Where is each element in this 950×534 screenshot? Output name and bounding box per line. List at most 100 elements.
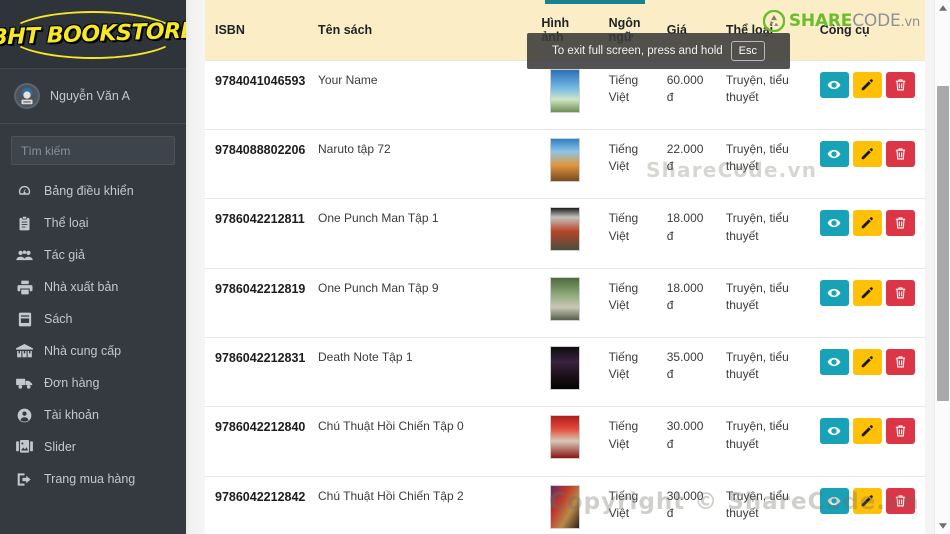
sidebar-item-label: Nhà xuất bản [44, 280, 119, 294]
pencil-icon [860, 494, 874, 508]
cell-language: Tiếng Việt [598, 198, 657, 269]
edit-button[interactable] [852, 349, 882, 376]
cell-image [531, 337, 599, 407]
truck-icon [16, 376, 33, 391]
cell-image [531, 475, 599, 534]
edit-button[interactable] [852, 487, 882, 514]
book-cover-thumbnail[interactable] [549, 484, 580, 529]
eye-icon [827, 424, 841, 438]
sidebar-item-dashboard[interactable]: Bảng điều khiển [0, 175, 186, 207]
delete-button[interactable] [885, 210, 915, 237]
cell-price: 35.000 đ [656, 337, 716, 407]
scroll-up-arrow-icon[interactable] [935, 0, 950, 16]
delete-button[interactable] [885, 349, 915, 376]
brand-header[interactable]: BHT BOOKSTORE [0, 0, 186, 69]
logout-icon [16, 472, 33, 487]
row-action-buttons [819, 418, 915, 445]
table-row: 9786042212831 Death Note Tập 1 Tiếng Việt 3… [205, 337, 925, 407]
delete-button[interactable] [885, 140, 915, 167]
view-button[interactable] [819, 210, 849, 237]
books-table: ISBN Tên sách Hình ảnh Ngôn ngữ Giá Thể … [205, 0, 925, 534]
row-action-buttons [819, 349, 915, 376]
eye-icon [827, 286, 841, 300]
book-cover-thumbnail[interactable] [549, 137, 580, 182]
column-header-name[interactable]: Tên sách [308, 0, 532, 60]
vertical-scrollbar[interactable] [934, 0, 950, 534]
search-input[interactable] [12, 137, 174, 164]
table-row: 9786042212840 Chú Thuật Hồi Chiến Tập 0 Ti… [205, 406, 925, 477]
cell-name: Chú Thuật Hồi Chiến Tập 0 [308, 406, 532, 477]
cell-isbn: 9784041046593 [205, 59, 308, 130]
delete-button[interactable] [885, 487, 915, 514]
cell-genre: Truyện, tiểu thuyết [715, 267, 810, 338]
pencil-icon [860, 286, 874, 300]
sidebar-search[interactable] [11, 136, 175, 165]
view-button[interactable] [819, 279, 849, 306]
table-row: 9786042212819 One Punch Man Tập 9 Tiếng Vi… [205, 267, 925, 338]
column-header-isbn[interactable]: ISBN [205, 0, 308, 60]
cell-language: Tiếng Việt [598, 267, 657, 338]
cell-language: Tiếng Việt [598, 406, 657, 477]
sidebar-item-don-hang[interactable]: Đơn hàng [0, 367, 186, 399]
cell-tools [809, 128, 925, 199]
esc-key-badge: Esc [730, 40, 766, 62]
pencil-icon [860, 78, 874, 92]
view-button[interactable] [819, 71, 849, 98]
view-button[interactable] [819, 140, 849, 167]
sidebar-item-slider[interactable]: Slider [0, 431, 186, 463]
books-panel: ISBN Tên sách Hình ảnh Ngôn ngữ Giá Thể … [205, 0, 925, 534]
sidebar-item-tai-khoan[interactable]: Tài khoản [0, 399, 186, 431]
scrollbar-thumb[interactable] [937, 86, 949, 401]
row-action-buttons [819, 487, 915, 514]
book-cover-thumbnail[interactable] [549, 276, 580, 321]
cell-isbn: 9784088802206 [205, 128, 308, 199]
cell-tools [809, 198, 925, 269]
edit-button[interactable] [852, 210, 882, 237]
table-body: 9784041046593 Your Name Tiếng Việt 60.000 đ… [205, 59, 925, 534]
sidebar: BHT BOOKSTORE Nguyễn Văn A Tìm kiếm Bảng… [0, 0, 186, 534]
cell-language: Tiếng Việt [598, 337, 657, 407]
trash-icon [894, 494, 907, 508]
user-avatar-icon [14, 83, 40, 109]
view-button[interactable] [819, 487, 849, 514]
sidebar-item-nha-cung-cap[interactable]: Nhà cung cấp [0, 335, 186, 367]
cell-tools [809, 59, 925, 130]
edit-button[interactable] [852, 140, 882, 167]
edit-button[interactable] [852, 71, 882, 98]
scroll-down-arrow-icon[interactable] [935, 518, 950, 534]
sidebar-item-tac-gia[interactable]: Tác giả [0, 239, 186, 271]
eye-icon [827, 494, 841, 508]
edit-button[interactable] [852, 418, 882, 445]
user-panel[interactable]: Nguyễn Văn A [0, 69, 186, 124]
cell-name: One Punch Man Tập 9 [308, 267, 532, 338]
book-cover-thumbnail[interactable] [549, 346, 580, 391]
sidebar-item-label: Tác giả [44, 248, 85, 262]
cell-genre: Truyện, tiểu thuyết [715, 128, 810, 199]
sidebar-item-nha-xuat-ban[interactable]: Nhà xuất bản [0, 271, 186, 303]
delete-button[interactable] [885, 71, 915, 98]
cell-genre: Truyện, tiểu thuyết [715, 198, 810, 269]
table-row: 9784088802206 Naruto tập 72 Tiếng Việt 22.0… [205, 128, 925, 199]
cell-price: 30.000 đ [656, 475, 716, 534]
table-row: 9786042212842 Chú Thuật Hồi Chiến Tập 2 Ti… [205, 475, 925, 534]
column-header-tools[interactable]: Công cụ [809, 0, 925, 60]
book-cover-thumbnail[interactable] [549, 68, 580, 113]
cell-price: 30.000 đ [656, 406, 716, 477]
cell-language: Tiếng Việt [598, 128, 657, 199]
table-row: 9784041046593 Your Name Tiếng Việt 60.000 đ… [205, 59, 925, 130]
sidebar-item-trang-mua-hang[interactable]: Trang mua hàng [0, 463, 186, 495]
edit-button[interactable] [852, 279, 882, 306]
cell-genre: Truyện, tiểu thuyết [715, 406, 810, 477]
sidebar-item-the-loai[interactable]: Thể loại [0, 207, 186, 239]
cell-tools [809, 337, 925, 407]
view-button[interactable] [819, 349, 849, 376]
book-cover-thumbnail[interactable] [549, 207, 580, 252]
sidebar-item-sach[interactable]: Sách [0, 303, 186, 335]
view-button[interactable] [819, 418, 849, 445]
delete-button[interactable] [885, 418, 915, 445]
cell-name: Your Name [308, 59, 532, 130]
user-circle-icon [16, 408, 33, 423]
delete-button[interactable] [885, 279, 915, 306]
book-cover-thumbnail[interactable] [549, 415, 580, 460]
trash-icon [894, 424, 907, 438]
